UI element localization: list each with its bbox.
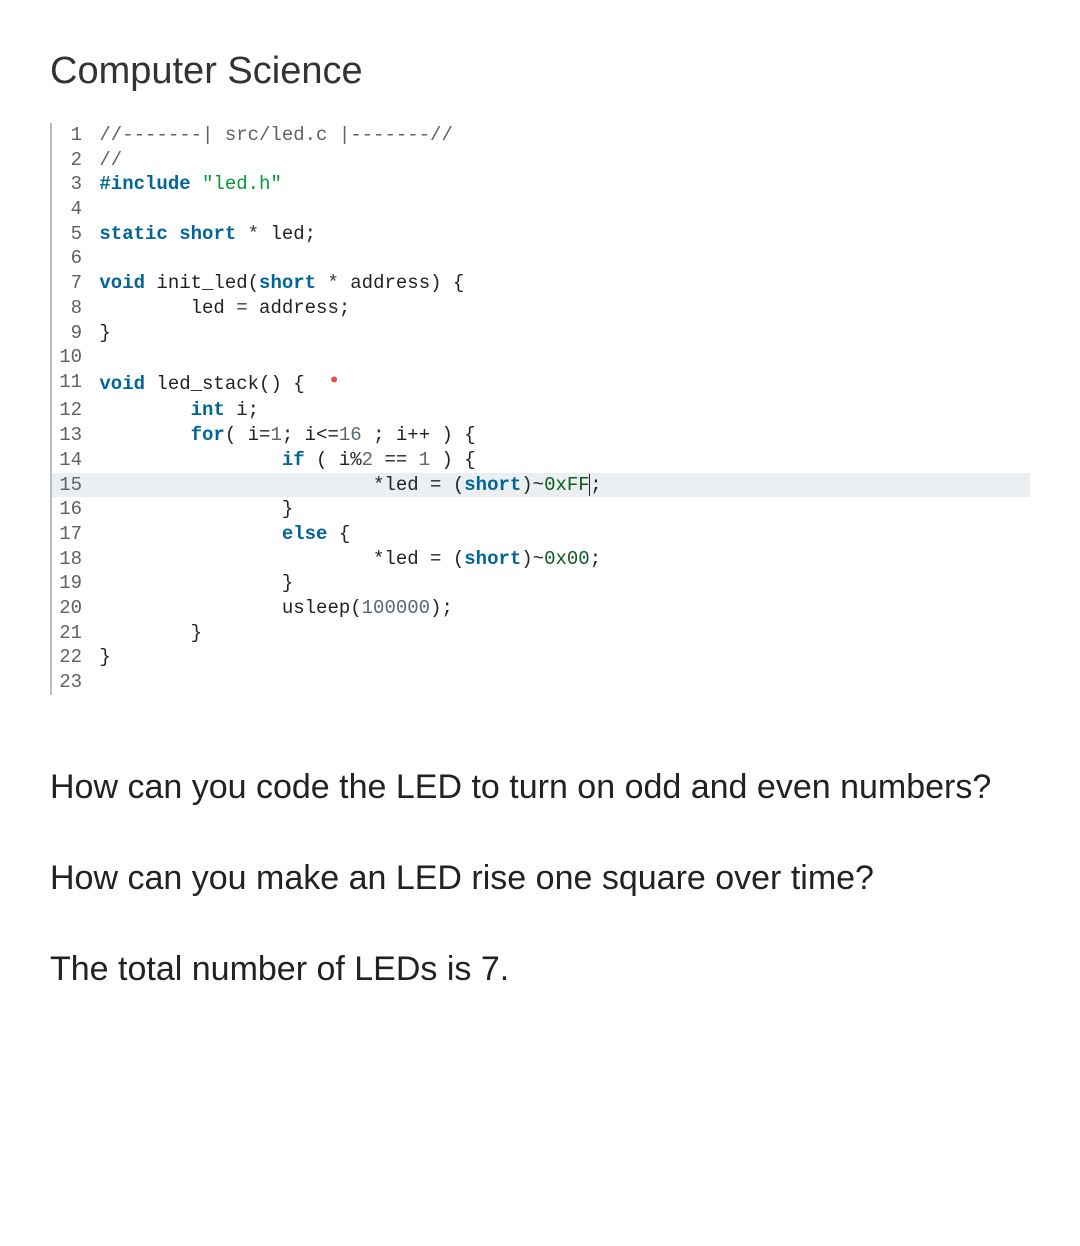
page-title: Computer Science [50, 50, 1030, 93]
code-text: int i; [88, 398, 1030, 423]
code-line: 15 *led = (short)~0xFF; [52, 473, 1030, 498]
code-text [88, 246, 1030, 271]
code-line: 5 static short * led; [52, 222, 1030, 247]
code-text [88, 197, 1030, 222]
line-number: 15 [52, 473, 88, 498]
line-number: 10 [52, 345, 88, 370]
line-number: 11 [52, 370, 88, 399]
code-line: 12 int i; [52, 398, 1030, 423]
question-2: How can you make an LED rise one square … [50, 856, 1030, 902]
code-text: led = address; [88, 296, 1030, 321]
code-text: else { [88, 522, 1030, 547]
code-text: } [88, 321, 1030, 346]
code-line: 6 [52, 246, 1030, 271]
line-number: 22 [52, 645, 88, 670]
code-line: 2 // [52, 148, 1030, 173]
code-text: if ( i%2 == 1 ) { [88, 448, 1030, 473]
line-number: 2 [52, 148, 88, 173]
line-number: 14 [52, 448, 88, 473]
line-number: 1 [52, 123, 88, 148]
code-text: #include "led.h" [88, 172, 1030, 197]
code-line: 13 for( i=1; i<=16 ; i++ ) { [52, 423, 1030, 448]
code-text: *led = (short)~0xFF; [88, 473, 1030, 498]
code-text: static short * led; [88, 222, 1030, 247]
line-number: 8 [52, 296, 88, 321]
code-text: //-------| src/led.c |-------// [88, 123, 1030, 148]
line-number: 23 [52, 670, 88, 695]
line-number: 5 [52, 222, 88, 247]
line-number: 6 [52, 246, 88, 271]
line-number: 18 [52, 547, 88, 572]
code-line: 18 *led = (short)~0x00; [52, 547, 1030, 572]
question-1: How can you code the LED to turn on odd … [50, 765, 1030, 811]
code-line: 23 [52, 670, 1030, 695]
line-number: 21 [52, 621, 88, 646]
code-text: void init_led(short * address) { [88, 271, 1030, 296]
code-line: 7 void init_led(short * address) { [52, 271, 1030, 296]
code-text: } [88, 571, 1030, 596]
code-text: } [88, 645, 1030, 670]
code-line: 14 if ( i%2 == 1 ) { [52, 448, 1030, 473]
code-line: 10 [52, 345, 1030, 370]
line-number: 9 [52, 321, 88, 346]
code-line: 22 } [52, 645, 1030, 670]
code-line: 20 usleep(100000); [52, 596, 1030, 621]
code-text: // [88, 148, 1030, 173]
code-text: *led = (short)~0x00; [88, 547, 1030, 572]
code-line: 1 //-------| src/led.c |-------// [52, 123, 1030, 148]
code-line: 4 [52, 197, 1030, 222]
code-block: 1 //-------| src/led.c |-------//2 //3 #… [50, 123, 1030, 695]
code-line: 3 #include "led.h" [52, 172, 1030, 197]
line-number: 17 [52, 522, 88, 547]
code-line: 19 } [52, 571, 1030, 596]
statement-led-count: The total number of LEDs is 7. [50, 947, 1030, 993]
code-text: void led_stack() { • [88, 370, 1030, 399]
line-number: 13 [52, 423, 88, 448]
code-line: 16 } [52, 497, 1030, 522]
code-text: usleep(100000); [88, 596, 1030, 621]
code-text: for( i=1; i<=16 ; i++ ) { [88, 423, 1030, 448]
line-number: 20 [52, 596, 88, 621]
line-number: 12 [52, 398, 88, 423]
line-number: 7 [52, 271, 88, 296]
code-text [88, 670, 1030, 695]
line-number: 19 [52, 571, 88, 596]
line-number: 16 [52, 497, 88, 522]
code-line: 8 led = address; [52, 296, 1030, 321]
code-text [88, 345, 1030, 370]
code-line: 17 else { [52, 522, 1030, 547]
code-text: } [88, 621, 1030, 646]
line-number: 4 [52, 197, 88, 222]
code-line: 11 void led_stack() { • [52, 370, 1030, 399]
code-line: 9 } [52, 321, 1030, 346]
code-line: 21 } [52, 621, 1030, 646]
line-number: 3 [52, 172, 88, 197]
code-text: } [88, 497, 1030, 522]
